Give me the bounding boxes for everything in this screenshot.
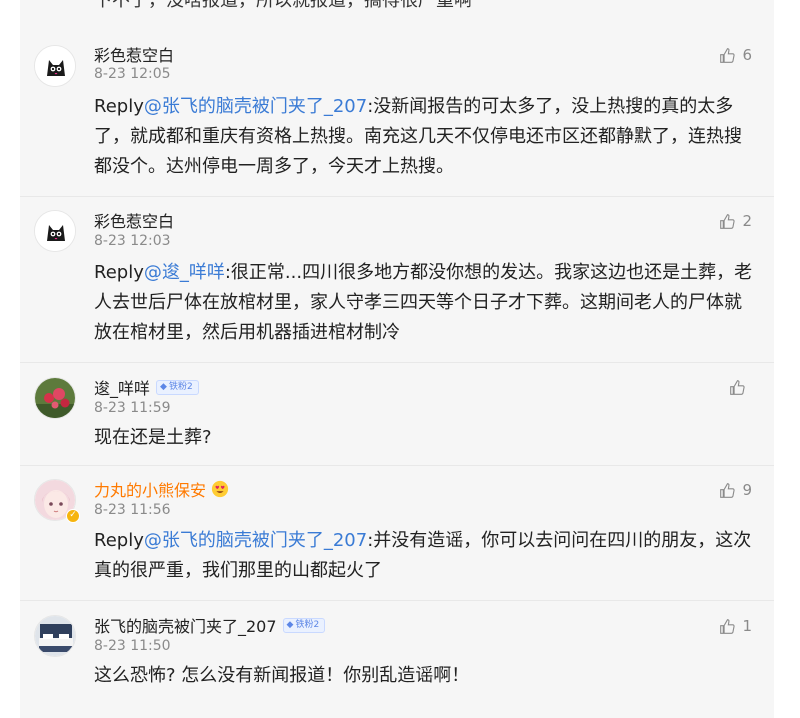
username[interactable]: 张飞的脑壳被门夹了_207 ◆ 铁粉2 (94, 613, 326, 637)
reply-prefix: Reply (94, 96, 144, 117)
previous-comment-fragment: 下不了，没啥报道，所以就报道，搞得很严重啊 (20, 0, 774, 12)
bedroom-avatar-icon (35, 616, 75, 656)
comment-item: ✓ 力丸的小熊保安 8-23 11:56 9 Reply@张飞的脑壳被门夹了_2… (20, 466, 774, 600)
comment-item: 逡_咩咩 ◆ 铁粉2 8-23 11:59 现在还是土葬? (20, 363, 774, 465)
like-count: 2 (742, 212, 752, 230)
comment-feed: 彩色惹空白 8-23 12:05 6 Reply@张飞的脑壳被门夹了_207:没… (20, 12, 774, 718)
comment-item: 彩色惹空白 8-23 12:05 6 Reply@张飞的脑壳被门夹了_207:没… (20, 12, 774, 197)
username[interactable]: 力丸的小熊保安 (94, 477, 229, 501)
thumbs-up-icon (720, 47, 736, 63)
diamond-icon: ◆ (160, 381, 167, 392)
like-button[interactable]: 6 (719, 46, 752, 64)
timestamp: 8-23 12:03 (94, 233, 171, 249)
mention-link[interactable]: @张飞的脑壳被门夹了_207 (144, 96, 367, 117)
thumbs-up-icon (730, 380, 745, 395)
fan-badge-text: 铁粉2 (295, 619, 320, 630)
cat-avatar-icon (35, 46, 75, 86)
fan-badge: ◆ 铁粉2 (282, 617, 326, 633)
comment-body: 这么恐怖? 怎么没有新闻报道！你别乱造谣啊！ (94, 665, 470, 686)
username-text: 逡_咩咩 (94, 379, 151, 398)
username[interactable]: 彩色惹空白 (94, 42, 174, 66)
avatar[interactable] (34, 377, 76, 419)
avatar[interactable] (34, 615, 76, 657)
comment-item: 彩色惹空白 8-23 12:03 2 Reply@逡_咩咩:很正常...四川很多… (20, 197, 774, 363)
avatar[interactable] (34, 210, 76, 252)
timestamp: 8-23 11:50 (94, 638, 171, 654)
username-text: 彩色惹空白 (94, 212, 175, 231)
thumbs-up-icon (720, 618, 736, 634)
like-count: 9 (742, 481, 752, 499)
like-button[interactable]: 2 (719, 212, 752, 230)
v-badge-icon: ✓ (66, 509, 80, 523)
comment-text: 现在还是土葬? (94, 423, 754, 453)
mention-link[interactable]: @逡_咩咩 (144, 262, 225, 283)
username-text: 张飞的脑壳被门夹了_207 (94, 617, 277, 636)
comment-text: Reply@逡_咩咩:很正常...四川很多地方都没你想的发达。我家这边也还是土葬… (94, 258, 754, 348)
flower-avatar-icon (35, 378, 75, 418)
thumbs-up-icon (720, 482, 736, 498)
cat-avatar-icon (35, 211, 75, 251)
like-button[interactable]: 1 (719, 617, 752, 635)
fan-badge: ◆ 铁粉2 (156, 379, 199, 395)
heart-eyes-emoji-icon (211, 480, 229, 498)
comment-text: Reply@张飞的脑壳被门夹了_207:没新闻报告的可太多了，没上热搜的真的太多… (94, 92, 754, 182)
like-button[interactable]: 9 (719, 481, 752, 499)
thumbs-up-icon (720, 213, 736, 229)
like-button[interactable] (729, 379, 752, 396)
fan-badge-text: 铁粉2 (168, 381, 193, 392)
comment-text: Reply@张飞的脑壳被门夹了_207:并没有造谣，你可以去问问在四川的朋友，这… (94, 526, 754, 586)
username[interactable]: 彩色惹空白 (94, 208, 174, 232)
previous-comment-text: 下不了，没啥报道，所以就报道，搞得很严重啊 (94, 0, 472, 11)
timestamp: 8-23 11:56 (94, 502, 171, 518)
right-margin (774, 0, 800, 718)
comment-item: 张飞的脑壳被门夹了_207 ◆ 铁粉2 8-23 11:50 1 这么恐怖? 怎么… (20, 601, 774, 718)
username-text: 力丸的小熊保安 (94, 481, 207, 500)
avatar[interactable] (34, 45, 76, 87)
diamond-icon: ◆ (286, 619, 294, 630)
timestamp: 8-23 11:59 (94, 400, 171, 416)
like-count: 6 (742, 46, 752, 64)
mention-link[interactable]: @张飞的脑壳被门夹了_207 (144, 530, 367, 551)
comment-text: 这么恐怖? 怎么没有新闻报道！你别乱造谣啊！ (94, 661, 754, 691)
comment-body: 现在还是土葬? (94, 427, 212, 448)
reply-prefix: Reply (94, 262, 144, 283)
timestamp: 8-23 12:05 (94, 66, 171, 82)
username-text: 彩色惹空白 (94, 46, 175, 65)
username[interactable]: 逡_咩咩 ◆ 铁粉2 (94, 375, 199, 399)
like-count: 1 (742, 617, 752, 635)
reply-prefix: Reply (94, 530, 144, 551)
